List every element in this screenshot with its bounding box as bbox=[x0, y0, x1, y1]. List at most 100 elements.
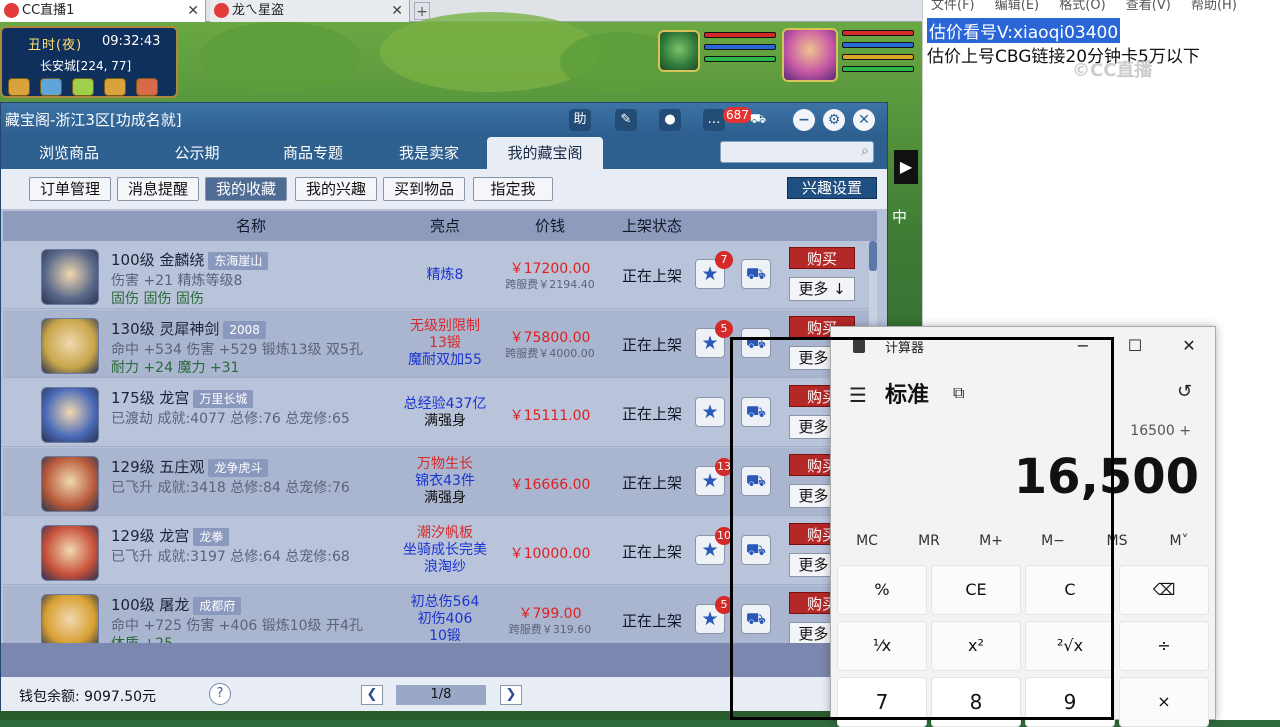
highlight-text: 浪淘纱 bbox=[424, 559, 466, 575]
menu-icon[interactable]: ☰ bbox=[849, 383, 867, 407]
gold-icon[interactable] bbox=[104, 78, 126, 96]
subtab-assigned[interactable]: 指定我 bbox=[473, 177, 553, 201]
browser-tab-second[interactable]: 龙ㄟ星盗 ✕ bbox=[210, 0, 410, 22]
cart-icon[interactable]: ⛟ bbox=[747, 109, 769, 131]
menu-file[interactable]: 文件(F) bbox=[931, 0, 975, 13]
star-icon[interactable]: ★ bbox=[695, 397, 725, 427]
square-root-button[interactable]: ²√x bbox=[1025, 621, 1115, 671]
memory-subtract-button[interactable]: M− bbox=[1025, 533, 1081, 549]
notepad-line[interactable]: 估价上号CBG链接20分钟卡5万以下 bbox=[927, 42, 1200, 67]
memory-add-button[interactable]: M+ bbox=[963, 533, 1019, 549]
item-title: 130级 灵犀神剑 bbox=[111, 320, 220, 338]
tab-seller[interactable]: 我是卖家 bbox=[371, 137, 487, 169]
pet-avatar[interactable] bbox=[658, 30, 700, 72]
menu-help[interactable]: 帮助(H) bbox=[1191, 0, 1237, 13]
highlight-text: 无级别限制 bbox=[410, 318, 480, 334]
buy-button[interactable]: 购买 bbox=[789, 247, 855, 269]
more-label: 更多 bbox=[798, 556, 829, 574]
subtab-interests[interactable]: 我的兴趣 bbox=[295, 177, 377, 201]
cart-icon[interactable]: ⛟ bbox=[741, 535, 771, 565]
calendar-icon[interactable] bbox=[136, 78, 158, 96]
more-button[interactable]: 更多 ↓ bbox=[789, 277, 855, 301]
table-row[interactable]: 100级 屠龙成都府 命中 +725 伤害 +406 锻炼10级 开4孔 体质 … bbox=[3, 586, 877, 643]
cbg-footer: 钱包余额: 9097.50元 ? ❮ 1/8 ❯ bbox=[1, 677, 887, 711]
gear-icon[interactable]: ⚙ bbox=[823, 109, 845, 131]
clear-button[interactable]: C bbox=[1025, 565, 1115, 615]
memory-clear-button[interactable]: MC bbox=[839, 533, 895, 549]
square-button[interactable]: x² bbox=[931, 621, 1021, 671]
table-row[interactable]: 175级 龙宫 万里长城 已渡劫 成就:4077 总修:76 总宠修:65 总经验… bbox=[3, 379, 877, 447]
memory-list-button[interactable]: M˅ bbox=[1151, 533, 1207, 549]
history-icon[interactable]: ↺ bbox=[1177, 381, 1192, 402]
subtab-favorites[interactable]: 我的收藏 bbox=[205, 177, 287, 201]
subtab-messages[interactable]: 消息提醒 bbox=[117, 177, 199, 201]
item-attributes: 命中 +534 伤害 +529 锻炼13级 双5孔 bbox=[111, 342, 363, 358]
help-icon[interactable]: ? bbox=[209, 683, 231, 705]
calculator-expression: 16500 + bbox=[1130, 423, 1191, 439]
table-row[interactable]: 130级 灵犀神剑 2008 命中 +534 伤害 +529 锻炼13级 双5孔 … bbox=[3, 310, 877, 378]
table-row[interactable]: 129级 五庄观 龙争虎斗 已飞升 成就:3418 总修:84 总宠修:76 万物… bbox=[3, 448, 877, 516]
memory-store-button[interactable]: MS bbox=[1089, 533, 1145, 549]
world-icon[interactable] bbox=[40, 78, 62, 96]
menu-format[interactable]: 格式(O) bbox=[1059, 0, 1105, 13]
item-thumbnail[interactable] bbox=[41, 318, 99, 374]
scrollbar-thumb[interactable] bbox=[869, 241, 877, 271]
item-attributes: 已飞升 成就:3418 总修:84 总宠修:76 bbox=[111, 480, 350, 496]
item-price: ￥15111.00 bbox=[509, 408, 591, 424]
close-icon[interactable]: ✕ bbox=[187, 0, 199, 22]
table-row[interactable]: 100级 金麟绕 东海崖山 伤害 +21 精炼等级8 固伤 固伤 固伤 精炼8 ￥… bbox=[3, 241, 877, 309]
play-arrow-icon[interactable]: ▶ bbox=[894, 150, 918, 184]
prev-page-button[interactable]: ❮ bbox=[361, 685, 383, 705]
cart-icon[interactable]: ⛟ bbox=[741, 397, 771, 427]
item-extra-attributes: 体质 +25 bbox=[111, 633, 173, 643]
tab-my-cbg[interactable]: 我的藏宝阁 bbox=[487, 137, 603, 169]
new-tab-button[interactable]: + bbox=[414, 2, 430, 20]
tab-publicity[interactable]: 公示期 bbox=[139, 137, 255, 169]
cart-icon[interactable]: ⛟ bbox=[741, 259, 771, 289]
divide-button[interactable]: ÷ bbox=[1119, 621, 1209, 671]
cart-icon[interactable]: ⛟ bbox=[741, 328, 771, 358]
table-row[interactable]: 129级 龙宫 龙拳 已飞升 成就:3197 总修:64 总宠修:68 潮汐帆板坐… bbox=[3, 517, 877, 585]
item-title: 100级 金麟绕 bbox=[111, 251, 205, 269]
close-icon[interactable]: ✕ bbox=[853, 109, 875, 131]
reciprocal-button[interactable]: ¹⁄x bbox=[837, 621, 927, 671]
search-icon[interactable]: ⌕ bbox=[861, 143, 869, 159]
browser-tab-cc-live[interactable]: CC直播1 ✕ bbox=[0, 0, 206, 22]
cross-server-fee: 跨服费￥4000.00 bbox=[505, 347, 595, 360]
chat-icon[interactable]: … bbox=[703, 109, 725, 131]
memory-recall-button[interactable]: MR bbox=[901, 533, 957, 549]
minimize-icon[interactable]: − bbox=[1065, 333, 1101, 359]
keep-on-top-icon[interactable]: ⧉ bbox=[953, 383, 964, 403]
item-thumbnail[interactable] bbox=[41, 456, 99, 512]
server-tag: 东海崖山 bbox=[208, 252, 269, 270]
clear-entry-button[interactable]: CE bbox=[931, 565, 1021, 615]
map-icon[interactable] bbox=[72, 78, 94, 96]
percent-button[interactable]: % bbox=[837, 565, 927, 615]
close-icon[interactable]: ✕ bbox=[391, 0, 403, 22]
close-icon[interactable]: ✕ bbox=[1171, 333, 1207, 359]
player-avatar[interactable] bbox=[782, 28, 838, 82]
notepad-line-selected[interactable]: 估价看号V:xiaoqi03400 bbox=[927, 18, 1121, 43]
menu-edit[interactable]: 编辑(E) bbox=[995, 0, 1039, 13]
item-thumbnail[interactable] bbox=[41, 594, 99, 643]
tab-topics[interactable]: 商品专题 bbox=[255, 137, 371, 169]
tab-browse[interactable]: 浏览商品 bbox=[11, 137, 127, 169]
maximize-icon[interactable]: ☐ bbox=[1117, 333, 1153, 359]
record-icon[interactable]: ● bbox=[659, 109, 681, 131]
item-thumbnail[interactable] bbox=[41, 525, 99, 581]
help-button[interactable]: 助 bbox=[569, 109, 591, 131]
cart-icon[interactable]: ⛟ bbox=[741, 466, 771, 496]
pin-icon[interactable]: ✎ bbox=[615, 109, 637, 131]
interest-settings-button[interactable]: 兴趣设置 bbox=[787, 177, 877, 199]
minimize-icon[interactable]: − bbox=[793, 109, 815, 131]
cart-icon[interactable]: ⛟ bbox=[741, 604, 771, 634]
item-thumbnail[interactable] bbox=[41, 387, 99, 443]
subtab-purchased[interactable]: 买到物品 bbox=[383, 177, 465, 201]
item-thumbnail[interactable] bbox=[41, 249, 99, 305]
next-page-button[interactable]: ❯ bbox=[500, 685, 522, 705]
menu-view[interactable]: 查看(V) bbox=[1126, 0, 1171, 13]
search-input[interactable]: ⌕ bbox=[720, 141, 874, 163]
backspace-button[interactable]: ⌫ bbox=[1119, 565, 1209, 615]
subtab-orders[interactable]: 订单管理 bbox=[29, 177, 111, 201]
treasure-icon[interactable] bbox=[8, 78, 30, 96]
